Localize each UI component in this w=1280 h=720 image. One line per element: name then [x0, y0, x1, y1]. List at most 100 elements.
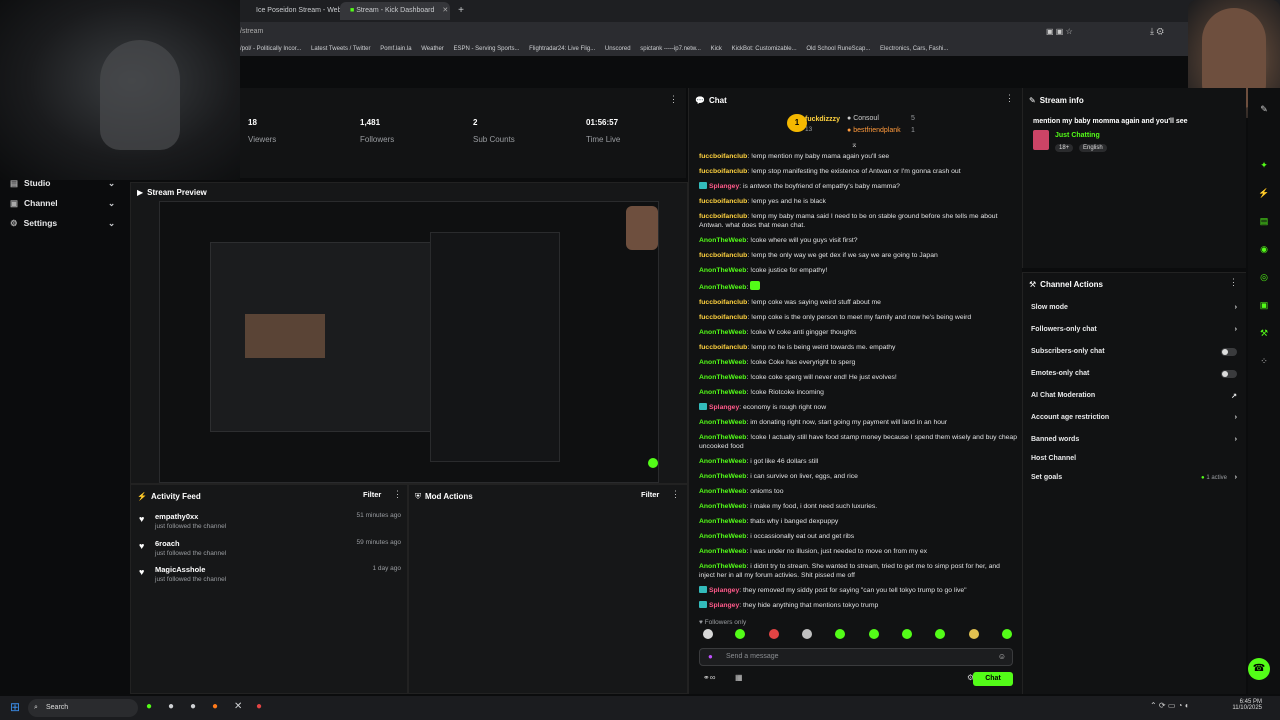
broadcast-icon[interactable]: ◎	[1258, 272, 1270, 284]
more-icon[interactable]: ⋮	[671, 489, 680, 500]
extensions-icon[interactable]: ▣ ▣ ☆	[1046, 27, 1073, 36]
chat-username[interactable]: AnonTheWeeb	[699, 389, 746, 396]
emoji-icon[interactable]: ☺	[998, 652, 1006, 661]
banned-words-setting[interactable]: Banned words ›	[1031, 436, 1239, 443]
taskbar-search[interactable]: ⌕ Search	[28, 699, 138, 717]
emotes-only-toggle[interactable]	[1221, 370, 1237, 378]
chat-username[interactable]: AnonTheWeeb	[699, 473, 746, 480]
x-app-icon[interactable]: ✕	[234, 701, 242, 712]
sidebar-item-settings[interactable]: ⚙ Settings ⌄	[10, 218, 115, 229]
chat-username[interactable]: fuccboifanclub	[699, 213, 747, 220]
wrench-icon[interactable]: ✎	[1258, 104, 1270, 116]
browser-tab-active[interactable]: ■ Stream - Kick Dashboard ✕	[340, 2, 450, 20]
emote-icon[interactable]	[869, 629, 879, 639]
more-icon[interactable]: ⋮	[1005, 93, 1014, 104]
new-tab-icon[interactable]: +	[452, 2, 470, 20]
chat-username[interactable]: fuccboifanclub	[699, 198, 747, 205]
chat-username[interactable]: fuccboifanclub	[699, 252, 747, 259]
layout-icon[interactable]: ▣	[1258, 300, 1270, 312]
pin-icon[interactable]: ⌅	[851, 140, 858, 149]
account-age-setting[interactable]: Account age restriction ›	[1031, 414, 1239, 421]
emote-icon[interactable]	[835, 629, 845, 639]
chat-username[interactable]: fuccboifanclub	[699, 344, 747, 351]
bookmark[interactable]: Weather	[421, 42, 444, 56]
chat-username[interactable]: AnonTheWeeb	[699, 267, 746, 274]
target-icon[interactable]: ✦	[1258, 160, 1270, 172]
filter-button[interactable]: Filter	[641, 490, 659, 499]
download-icon[interactable]: ⤓ ⚙	[1150, 26, 1164, 37]
more-icon[interactable]: ⋮	[393, 489, 402, 500]
filter-button[interactable]: Filter	[363, 490, 381, 499]
send-chat-button[interactable]: Chat	[973, 672, 1013, 686]
bookmark[interactable]: Old School RuneScap...	[806, 42, 870, 56]
spotify-icon[interactable]: ●	[146, 701, 152, 712]
subscribers-only-toggle[interactable]	[1221, 348, 1237, 356]
chat-username[interactable]: AnonTheWeeb	[699, 503, 746, 510]
ai-moderation-setting[interactable]: AI Chat Moderation ↗	[1031, 392, 1239, 400]
emote-icon[interactable]	[935, 629, 945, 639]
app-icon[interactable]: ●	[190, 701, 196, 712]
top-user-name[interactable]: ● Consoul	[847, 115, 879, 122]
slow-mode-setting[interactable]: Slow mode ›	[1031, 304, 1239, 311]
chat-username[interactable]: AnonTheWeeb	[699, 284, 746, 291]
emote-icon[interactable]	[769, 629, 779, 639]
emote-icon[interactable]	[969, 629, 979, 639]
top-user-name[interactable]: ● bestfriendplank	[847, 127, 901, 134]
category-link[interactable]: Just Chatting	[1055, 132, 1100, 139]
feed-username[interactable]: MagicAsshole	[155, 565, 401, 574]
emote-icon[interactable]	[1002, 629, 1012, 639]
system-tray-icons[interactable]: ⌃ ⟳ ▭ ◔ ◐	[1150, 701, 1190, 710]
bookmark[interactable]: KickBot: Customizable...	[732, 42, 797, 56]
chat-username[interactable]: AnonTheWeeb	[699, 374, 746, 381]
lightning-icon[interactable]: ⚡	[1258, 188, 1270, 200]
chrome-icon[interactable]: ●	[256, 701, 262, 712]
chat-icon[interactable]: ◉	[1258, 244, 1270, 256]
sidebar-item-studio[interactable]: ▤ Studio ⌄	[10, 178, 115, 189]
chat-username[interactable]: AnonTheWeeb	[699, 329, 746, 336]
chat-username[interactable]: Splangey	[709, 404, 739, 411]
sidebar-item-channel[interactable]: ▣ Channel ⌄	[10, 198, 115, 209]
tools-icon[interactable]: ⚒	[1258, 328, 1270, 340]
set-goals-setting[interactable]: Set goals ● 1 active ›	[1031, 474, 1239, 481]
top-user-name[interactable]: fuckdizzzy	[805, 116, 840, 123]
emote-icon[interactable]	[735, 629, 745, 639]
firefox-icon[interactable]: ●	[212, 701, 218, 712]
followers-only-setting[interactable]: Followers-only chat ›	[1031, 326, 1239, 333]
bookmark[interactable]: Unscored	[605, 42, 631, 56]
host-channel-setting[interactable]: Host Channel	[1031, 455, 1239, 462]
chat-username[interactable]: AnonTheWeeb	[699, 237, 746, 244]
apps-icon[interactable]: ⁘	[1258, 356, 1270, 368]
emote-icon[interactable]	[902, 629, 912, 639]
emote-icon[interactable]	[703, 629, 713, 639]
clock[interactable]: 6:45 PM 11/10/2025	[1222, 699, 1262, 711]
chat-username[interactable]: Splangey	[709, 602, 739, 609]
chat-username[interactable]: AnonTheWeeb	[699, 518, 746, 525]
chat-username[interactable]: Splangey	[709, 183, 739, 190]
chat-username[interactable]: AnonTheWeeb	[699, 488, 746, 495]
chat-username[interactable]: Splangey	[709, 587, 739, 594]
bookmark[interactable]: Pomf.lain.la	[380, 42, 411, 56]
points-icon[interactable]: ⚭∞	[703, 673, 715, 682]
bookmark[interactable]: Kick	[711, 42, 722, 56]
bookmark[interactable]: Flightradar24: Live Flig...	[529, 42, 595, 56]
chat-username[interactable]: fuccboifanclub	[699, 299, 747, 306]
chat-username[interactable]: AnonTheWeeb	[699, 548, 746, 555]
chat-username[interactable]: fuccboifanclub	[699, 314, 747, 321]
more-icon[interactable]: ⋮	[1229, 277, 1238, 288]
document-icon[interactable]: ▤	[1258, 216, 1270, 228]
browser-tab[interactable]: Ice Poseidon Stream - Web✕	[246, 2, 342, 20]
steam-icon[interactable]: ●	[168, 701, 174, 712]
chat-username[interactable]: AnonTheWeeb	[699, 434, 746, 441]
help-chat-icon[interactable]: ☎	[1248, 658, 1270, 680]
chat-username[interactable]: fuccboifanclub	[699, 153, 747, 160]
chat-input[interactable]: ● Send a message ☺	[699, 648, 1013, 666]
more-icon[interactable]: ⋮	[669, 94, 678, 105]
chat-username[interactable]: fuccboifanclub	[699, 168, 747, 175]
windows-start-icon[interactable]: ⊞	[10, 700, 20, 714]
chat-username[interactable]: AnonTheWeeb	[699, 458, 746, 465]
bookmark[interactable]: /pol/ - Politically Incor...	[240, 42, 301, 56]
stream-preview-video[interactable]	[159, 201, 659, 483]
close-tab-icon[interactable]: ✕	[442, 7, 448, 14]
bookmark[interactable]: Electronics, Cars, Fashi...	[880, 42, 948, 56]
calendar-icon[interactable]: ▦	[735, 673, 743, 682]
